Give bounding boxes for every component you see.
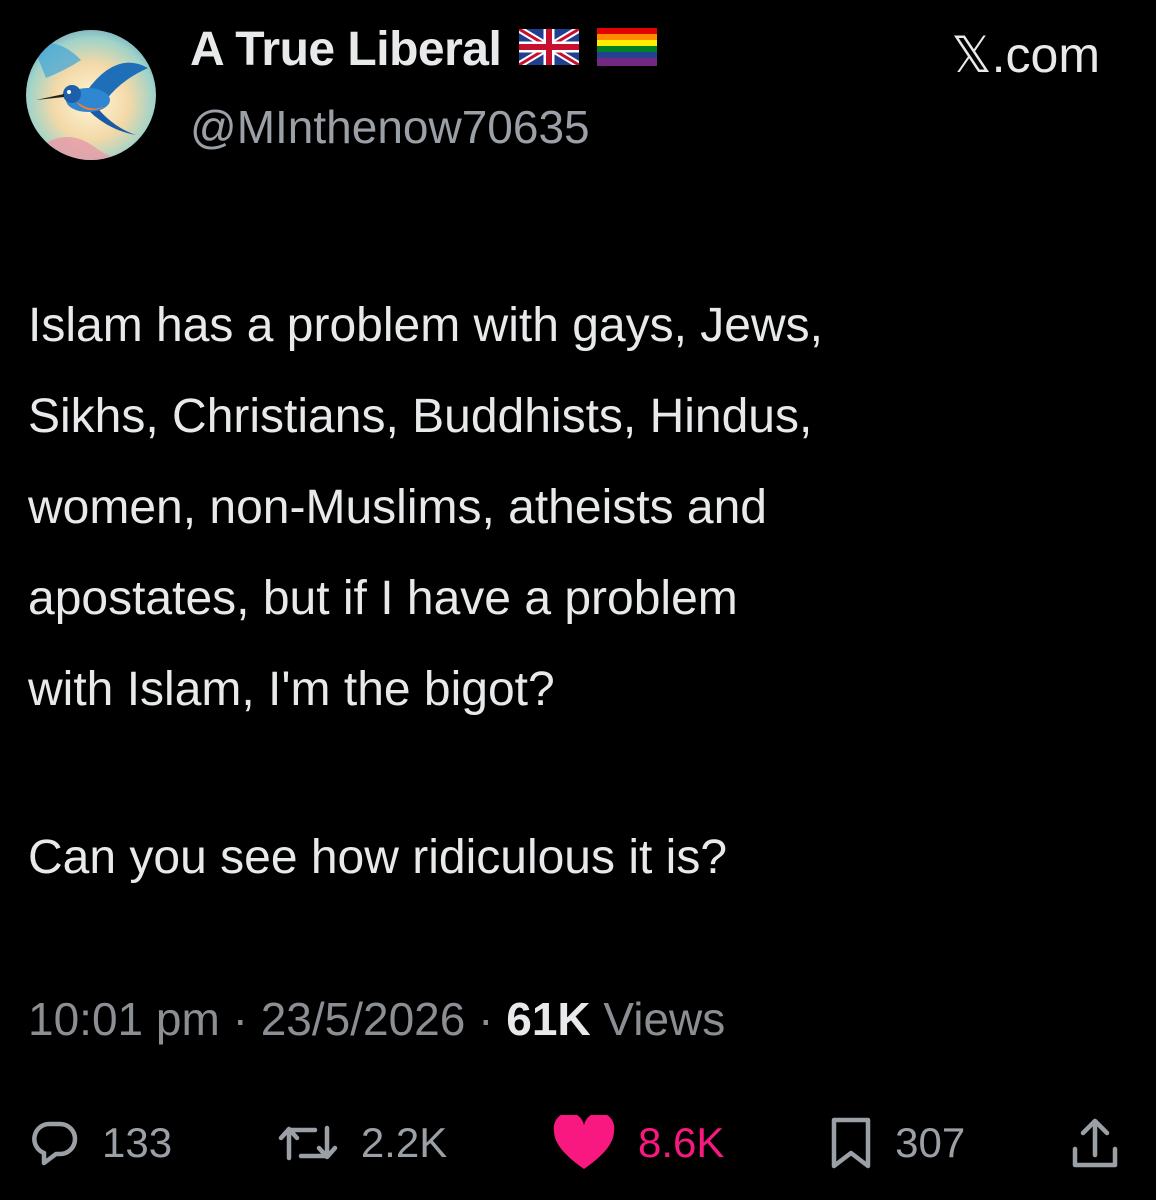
author-display-name[interactable]: A True Liberal (190, 22, 502, 77)
meta-separator: · (465, 993, 507, 1045)
union-jack-flag-icon (517, 25, 582, 70)
views-count: 61K (506, 993, 591, 1045)
avatar[interactable] (26, 30, 156, 160)
share-icon (1072, 1118, 1118, 1168)
like-count: 8.6K (637, 1119, 725, 1166)
bookmark-icon (831, 1117, 871, 1169)
views-label: Views (590, 993, 726, 1045)
meta-separator: · (219, 993, 261, 1045)
tweet-body: Islam has a problem with gays, Jews, Sik… (28, 299, 823, 716)
retweet-icon (278, 1125, 338, 1161)
tweet-question: Can you see how ridiculous it is? (28, 831, 728, 884)
rainbow-flag-icon (597, 28, 658, 71)
action-bar: 133 2.2K 8.6K 307 (30, 1108, 1120, 1178)
like-button[interactable]: 8.6K (552, 1115, 724, 1171)
bookmark-button[interactable]: 307 (829, 1116, 965, 1170)
bookmark-count: 307 (895, 1119, 966, 1166)
reply-icon (32, 1121, 78, 1166)
heart-icon (553, 1115, 615, 1169)
reply-button[interactable]: 133 (30, 1118, 172, 1168)
author-handle[interactable]: @MInthenow70635 (190, 100, 590, 154)
tweet-meta: 10:01 pm · 23/5/2026 · 61K Views (28, 992, 725, 1046)
kingfisher-bird-icon (26, 30, 156, 160)
author-name-row: A True Liberal (190, 22, 658, 77)
retweet-button[interactable]: 2.2K (277, 1118, 447, 1168)
share-button[interactable] (1070, 1115, 1120, 1171)
reply-count: 133 (102, 1119, 173, 1166)
retweet-count: 2.2K (360, 1119, 448, 1166)
tweet-date[interactable]: 23/5/2026 (261, 993, 466, 1045)
tweet-time[interactable]: 10:01 pm (28, 993, 220, 1045)
x-brand-label: 𝕏.com (951, 27, 1100, 83)
